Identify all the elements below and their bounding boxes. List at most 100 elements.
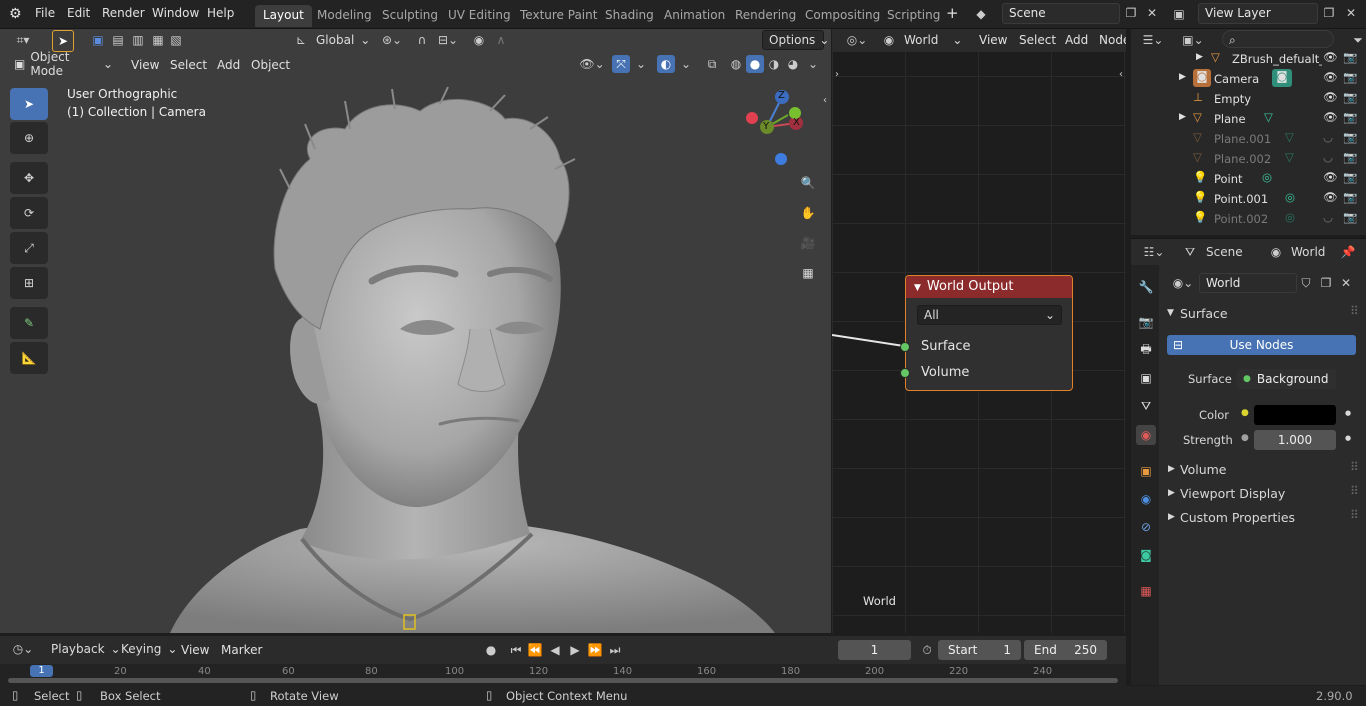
timeline-menu-marker[interactable]: Marker (221, 643, 262, 657)
end-frame-field[interactable]: End 250 (1024, 640, 1107, 660)
target-dropdown[interactable]: All ⌄ (917, 305, 1062, 325)
world-datablock-icon[interactable]: ◉⌄ (1169, 274, 1197, 292)
right-sidebar-toggle-icon[interactable]: ‹ (1116, 65, 1126, 83)
filter-icon[interactable]: ⏷ (1349, 31, 1366, 49)
expand-arrow-icon[interactable]: ▶ (1196, 52, 1203, 62)
tab-scripting[interactable]: Scripting (879, 5, 948, 27)
drag-handle-icon[interactable]: ⠿ (1350, 508, 1359, 522)
object-tab-icon[interactable]: ▣ (1136, 461, 1156, 481)
timeline-menu-view[interactable]: View (181, 643, 209, 657)
volume-socket[interactable] (900, 368, 910, 378)
surface-panel-header[interactable]: Surface (1180, 306, 1228, 321)
world-tab-icon[interactable]: ◉ (1136, 425, 1156, 445)
camera-render-icon[interactable]: 📷 (1343, 110, 1357, 124)
menu-edit[interactable]: Edit (67, 6, 90, 20)
expand-arrow-icon[interactable]: ▶ (1168, 488, 1175, 498)
camera-render-icon[interactable]: 📷 (1343, 210, 1357, 224)
expand-arrow-icon[interactable]: ▶ (1168, 464, 1175, 474)
camera-render-icon[interactable]: 📷 (1343, 190, 1357, 204)
add-workspace-button[interactable]: + (946, 4, 959, 22)
record-icon[interactable]: ● (482, 641, 500, 659)
eye-closed-icon[interactable]: ◡ (1323, 150, 1333, 164)
scene-tab-icon[interactable]: ⛛ (1136, 396, 1156, 416)
camera-render-icon[interactable]: 📷 (1343, 50, 1357, 64)
node-menu-node[interactable]: Node (1099, 33, 1126, 47)
tab-shading[interactable]: Shading (597, 5, 662, 27)
eye-icon[interactable]: 👁 (1323, 70, 1338, 84)
tab-layout[interactable]: Layout (255, 5, 312, 27)
drag-handle-icon[interactable]: ⠿ (1350, 304, 1359, 318)
tab-texture-paint[interactable]: Texture Paint (512, 5, 605, 27)
timeline[interactable]: ◷⌄ Playback ⌄ Keying ⌄ View Marker ● ⏮ ⏪ ◀… (0, 636, 1126, 686)
volume-panel-header[interactable]: Volume (1180, 462, 1227, 477)
keyframe-dot-icon[interactable]: ● (1345, 434, 1351, 442)
outliner-search-input[interactable]: ⌕ (1222, 30, 1334, 48)
3d-viewport[interactable]: ⌗▾ ➤ ▣ ▤ ▥ ▦ ▧ ⊾ Global ⌄ ⊛⌄ ∩ ⊟⌄ ◉ ∧ Opt… (0, 29, 831, 633)
viewport-display-panel-header[interactable]: Viewport Display (1180, 486, 1285, 501)
prev-keyframe-icon[interactable]: ⏪ (526, 641, 544, 659)
surface-socket[interactable] (900, 342, 910, 352)
ortho-toggle-button[interactable]: ▦ (795, 260, 821, 286)
color-swatch[interactable] (1254, 405, 1336, 425)
expand-arrow-icon[interactable]: ▶ (1168, 512, 1175, 522)
outliner-editor-type-icon[interactable]: ☰⌄ (1139, 31, 1167, 49)
drag-handle-icon[interactable]: ⠿ (1350, 460, 1359, 474)
scene-field[interactable]: Scene (1002, 3, 1120, 24)
outliner-row[interactable]: 💡 Point.001 ◎ 👁 📷 (1131, 189, 1366, 209)
pan-button[interactable]: ✋ (795, 200, 821, 226)
expand-arrow-icon[interactable]: ▶ (1179, 112, 1186, 122)
select-box-tool[interactable]: ➤ (10, 88, 48, 120)
node-menu-add[interactable]: Add (1065, 33, 1088, 47)
outliner-row[interactable]: 💡 Point.002 ◎ ◡ 📷 (1131, 209, 1366, 229)
render-tab-icon[interactable]: 📷 (1136, 312, 1156, 332)
constraints-tab-icon[interactable]: ⊘ (1136, 517, 1156, 537)
tab-uv-editing[interactable]: UV Editing (440, 5, 519, 27)
outliner-row[interactable]: ▶ ◙ Camera ◙ 👁 📷 (1131, 69, 1366, 89)
view-layer-icon[interactable]: ▣ (1170, 5, 1188, 23)
fake-user-icon[interactable]: ⛉ (1297, 274, 1315, 292)
scene-selector-icon[interactable]: ◆ (972, 5, 990, 23)
outliner-row[interactable]: ▶ ▽ Plane ▽ 👁 📷 (1131, 109, 1366, 129)
outliner-row[interactable]: ▽ Plane.001 ▽ ◡ 📷 (1131, 129, 1366, 149)
outliner[interactable]: ☰⌄ ▣⌄ ⌕ ⏷ ▶ ▽ ZBrush_defualt_g 👁 📷 ▶ ◙ C… (1131, 29, 1366, 235)
playhead[interactable]: 1 (30, 665, 53, 677)
node-editor-type-icon[interactable]: ◎⌄ (842, 31, 872, 49)
custom-properties-panel-header[interactable]: Custom Properties (1180, 510, 1295, 525)
camera-render-icon[interactable]: 📷 (1343, 170, 1357, 184)
move-tool[interactable]: ✥ (10, 162, 48, 194)
properties-editor[interactable]: ☷⌄ ⛛ Scene ◉ World 📌 ◉⌄ World ⛉ ❐ ✕ ▼ Su… (1131, 238, 1366, 685)
new-scene-icon[interactable]: ❐ (1122, 4, 1140, 22)
jump-start-icon[interactable]: ⏮ (507, 641, 525, 659)
stopwatch-icon[interactable]: ⏱ (918, 641, 936, 659)
new-view-layer-icon[interactable]: ❐ (1320, 4, 1338, 22)
drag-handle-icon[interactable]: ⠿ (1350, 484, 1359, 498)
world-shader-icon[interactable]: ◉ (880, 31, 898, 49)
camera-render-icon[interactable]: 📷 (1343, 70, 1357, 84)
node-menu-select[interactable]: Select (1019, 33, 1056, 47)
menu-file[interactable]: File (35, 6, 55, 20)
expand-arrow-icon[interactable]: ▶ (1179, 72, 1186, 82)
camera-render-icon[interactable]: 📷 (1343, 90, 1357, 104)
tab-modeling[interactable]: Modeling (309, 5, 380, 27)
start-frame-field[interactable]: Start 1 (938, 640, 1021, 660)
playback-dropdown[interactable]: Playback ⌄ (45, 639, 121, 659)
physics-tab-icon[interactable]: ◉ (1136, 489, 1156, 509)
eye-icon[interactable]: 👁 (1323, 90, 1338, 104)
cursor-tool[interactable]: ⊕ (10, 122, 48, 154)
left-sidebar-toggle-icon[interactable]: › (832, 65, 842, 83)
view-layer-tab-icon[interactable]: ▣ (1136, 368, 1156, 388)
rotate-tool[interactable]: ⟳ (10, 197, 48, 229)
timeline-ruler[interactable]: 1 20 40 60 80 100 120 140 160 180 200 22… (0, 664, 1126, 686)
object-data-tab-icon[interactable]: ◙ (1136, 545, 1156, 565)
tab-compositing[interactable]: Compositing (797, 5, 888, 27)
outliner-row[interactable]: ▶ ▽ ZBrush_defualt_g 👁 📷 (1131, 49, 1366, 69)
shader-type-dropdown[interactable]: World ⌄ (898, 30, 968, 50)
transform-tool[interactable]: ⊞ (10, 267, 48, 299)
pin-icon[interactable]: 📌 (1339, 243, 1357, 261)
unlink-icon[interactable]: ✕ (1337, 274, 1355, 292)
timeline-editor-type-icon[interactable]: ◷⌄ (8, 640, 38, 658)
surface-shader-field[interactable]: ● Background (1237, 369, 1336, 389)
tool-tab-icon[interactable]: 🔧 (1136, 277, 1156, 297)
blender-logo-icon[interactable]: ⚙ (9, 6, 22, 22)
delete-scene-icon[interactable]: ✕ (1143, 4, 1161, 22)
